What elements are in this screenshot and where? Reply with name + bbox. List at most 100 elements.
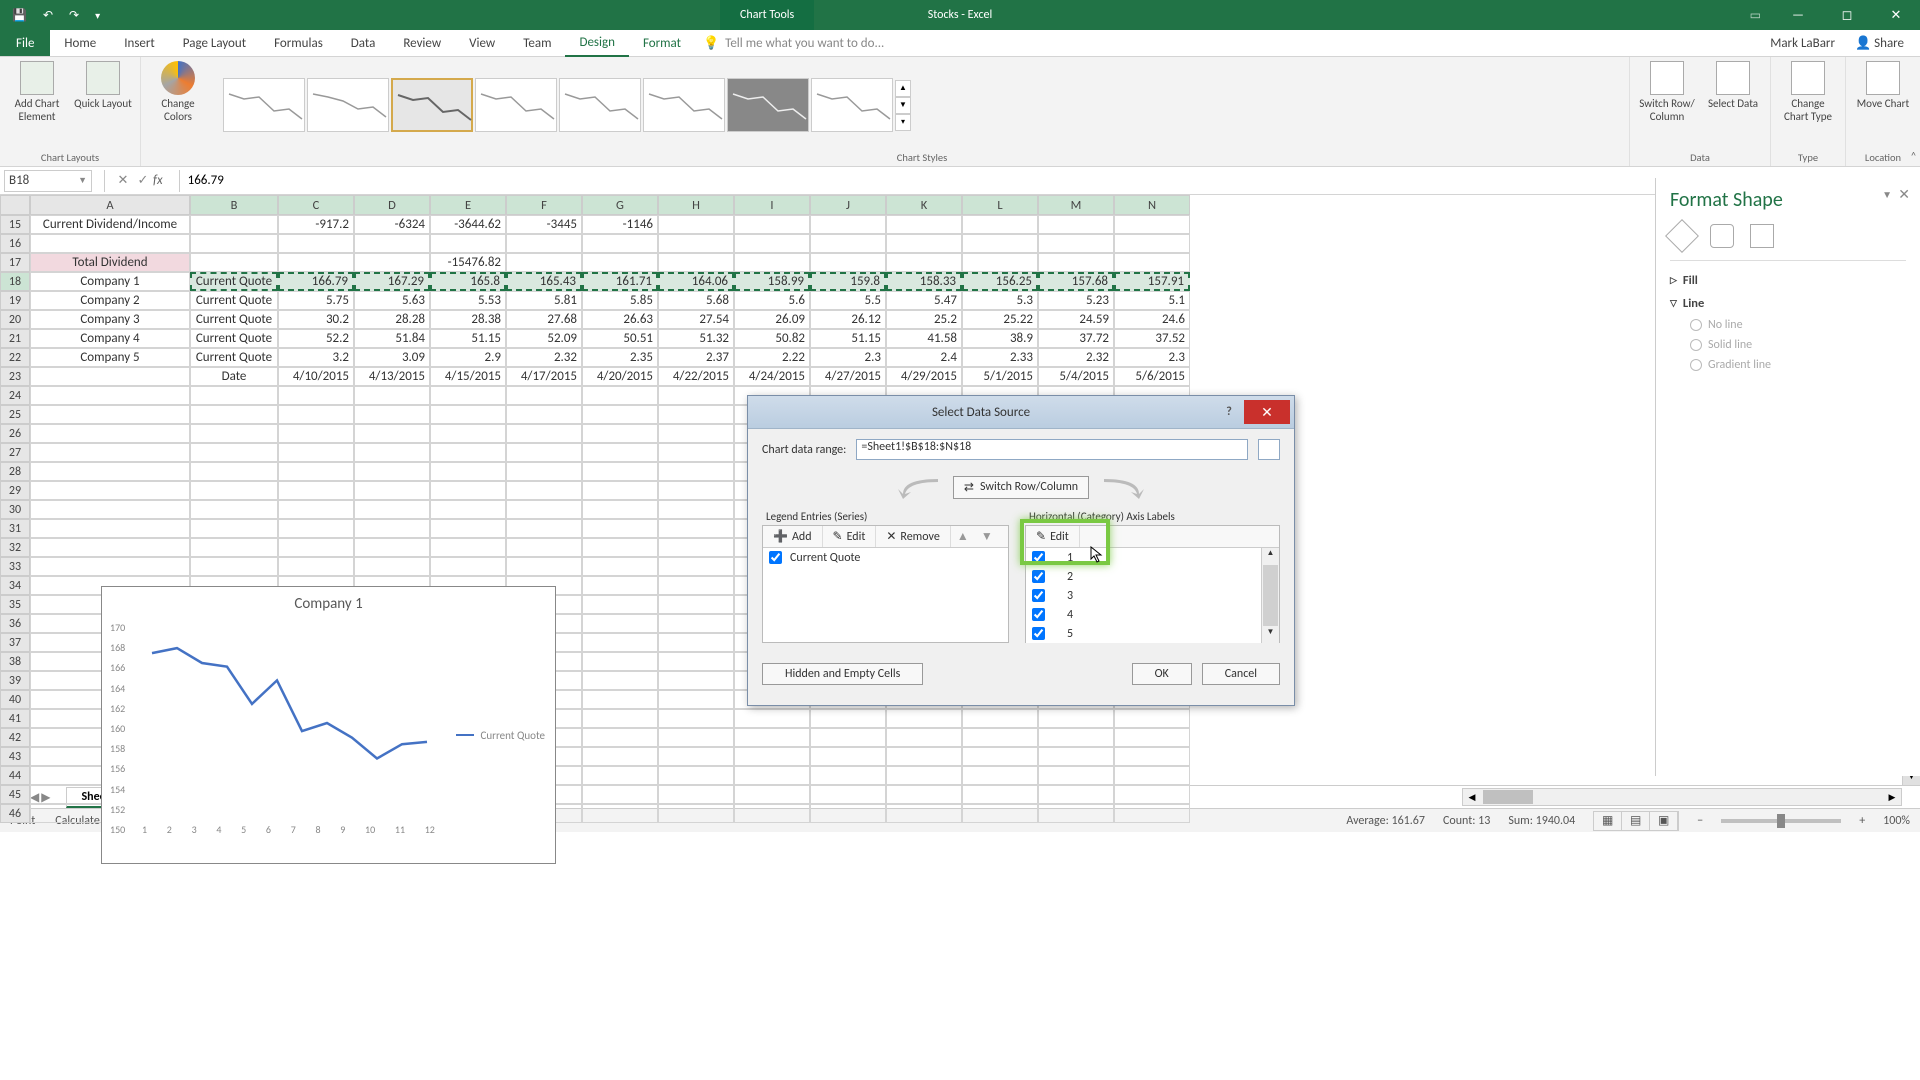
cell[interactable]: [354, 253, 430, 272]
cell[interactable]: [354, 500, 430, 519]
tab-page-layout[interactable]: Page Layout: [169, 30, 260, 56]
axis-item[interactable]: 5: [1026, 624, 1261, 643]
cell[interactable]: [658, 538, 734, 557]
qat-caret-icon[interactable]: ▾: [95, 9, 100, 22]
cell[interactable]: [734, 785, 810, 804]
cell[interactable]: 167.29: [354, 272, 430, 291]
axis-checkbox[interactable]: [1032, 589, 1045, 602]
cell[interactable]: 5.5: [810, 291, 886, 310]
row-header[interactable]: 38: [0, 652, 30, 671]
axis-checkbox[interactable]: [1032, 608, 1045, 621]
cell[interactable]: 157.91: [1114, 272, 1190, 291]
cell[interactable]: [1114, 709, 1190, 728]
cell[interactable]: [886, 728, 962, 747]
styles-scroll-down[interactable]: ▼: [895, 97, 911, 114]
move-chart-button[interactable]: Move Chart: [1854, 61, 1912, 110]
axis-checkbox[interactable]: [1032, 627, 1045, 640]
cell[interactable]: [30, 234, 190, 253]
chart-style-thumb[interactable]: [727, 78, 809, 132]
cell[interactable]: 5/6/2015: [1114, 367, 1190, 386]
row-header[interactable]: 20: [0, 310, 30, 329]
cell[interactable]: 50.82: [734, 329, 810, 348]
cell[interactable]: [962, 234, 1038, 253]
cell[interactable]: [658, 234, 734, 253]
cell[interactable]: 4/15/2015: [430, 367, 506, 386]
cell[interactable]: Company 1: [30, 272, 190, 291]
cell[interactable]: [734, 766, 810, 785]
cell[interactable]: Current Quote: [190, 329, 278, 348]
cell[interactable]: [734, 709, 810, 728]
cell[interactable]: [430, 424, 506, 443]
tab-format[interactable]: Format: [629, 30, 695, 56]
cell[interactable]: [962, 253, 1038, 272]
axis-list-scrollbar[interactable]: ▲ ▼: [1261, 548, 1279, 643]
name-box[interactable]: B18▼: [4, 170, 92, 192]
chart-data-range-input[interactable]: =Sheet1!$B$18:$N$18: [856, 439, 1248, 460]
hscroll-thumb[interactable]: [1483, 790, 1533, 804]
cell[interactable]: 50.51: [582, 329, 658, 348]
cell[interactable]: 41.58: [886, 329, 962, 348]
cell[interactable]: 158.33: [886, 272, 962, 291]
cell[interactable]: 4/20/2015: [582, 367, 658, 386]
ribbon-display-icon[interactable]: ▭: [1750, 8, 1761, 23]
cell[interactable]: [582, 234, 658, 253]
row-header[interactable]: 40: [0, 690, 30, 709]
col-header[interactable]: M: [1038, 195, 1114, 215]
cell[interactable]: [190, 386, 278, 405]
cell[interactable]: [582, 538, 658, 557]
series-checkbox[interactable]: [769, 551, 782, 564]
col-header[interactable]: H: [658, 195, 734, 215]
chart-style-thumb[interactable]: [391, 78, 473, 132]
cell[interactable]: 5.85: [582, 291, 658, 310]
cell[interactable]: [582, 671, 658, 690]
cell[interactable]: [278, 481, 354, 500]
cell[interactable]: [30, 557, 190, 576]
cell[interactable]: [582, 614, 658, 633]
row-header[interactable]: 34: [0, 576, 30, 595]
row-header[interactable]: 31: [0, 519, 30, 538]
cell[interactable]: [658, 785, 734, 804]
cell[interactable]: 4/22/2015: [658, 367, 734, 386]
cell[interactable]: 165.43: [506, 272, 582, 291]
cell[interactable]: [30, 481, 190, 500]
fx-icon[interactable]: fx: [153, 173, 163, 188]
minimize-button[interactable]: —: [1786, 6, 1810, 24]
cell[interactable]: [658, 671, 734, 690]
row-header[interactable]: 28: [0, 462, 30, 481]
cell[interactable]: 26.12: [810, 310, 886, 329]
cell[interactable]: 157.68: [1038, 272, 1114, 291]
row-header[interactable]: 17: [0, 253, 30, 272]
cancel-button[interactable]: Cancel: [1202, 663, 1280, 685]
cell[interactable]: [886, 709, 962, 728]
cell[interactable]: 28.28: [354, 310, 430, 329]
cell[interactable]: [430, 557, 506, 576]
cell[interactable]: [658, 462, 734, 481]
chart-style-thumb[interactable]: [223, 78, 305, 132]
change-chart-type-button[interactable]: Change Chart Type: [1779, 61, 1837, 123]
chart-style-thumb[interactable]: [643, 78, 725, 132]
cell[interactable]: [658, 557, 734, 576]
col-header[interactable]: D: [354, 195, 430, 215]
col-header[interactable]: F: [506, 195, 582, 215]
cell[interactable]: [962, 766, 1038, 785]
row-header[interactable]: 36: [0, 614, 30, 633]
cell[interactable]: 164.06: [658, 272, 734, 291]
series-item[interactable]: Current Quote: [763, 548, 1008, 567]
cell[interactable]: [582, 424, 658, 443]
cell[interactable]: Company 2: [30, 291, 190, 310]
cell[interactable]: 2.3: [1114, 348, 1190, 367]
cell[interactable]: [278, 443, 354, 462]
row-header[interactable]: 16: [0, 234, 30, 253]
cell[interactable]: [658, 633, 734, 652]
styles-scroll-up[interactable]: ▲: [895, 80, 911, 97]
cell[interactable]: [190, 519, 278, 538]
row-header[interactable]: 19: [0, 291, 30, 310]
tell-me-search[interactable]: 💡Tell me what you want to do...: [695, 30, 884, 56]
row-header[interactable]: 22: [0, 348, 30, 367]
page-layout-view-icon[interactable]: ▤: [1622, 812, 1650, 830]
cell[interactable]: 38.9: [962, 329, 1038, 348]
cell[interactable]: [810, 709, 886, 728]
row-header[interactable]: 27: [0, 443, 30, 462]
cell[interactable]: Total Dividend: [30, 253, 190, 272]
tab-file[interactable]: File: [0, 30, 50, 56]
